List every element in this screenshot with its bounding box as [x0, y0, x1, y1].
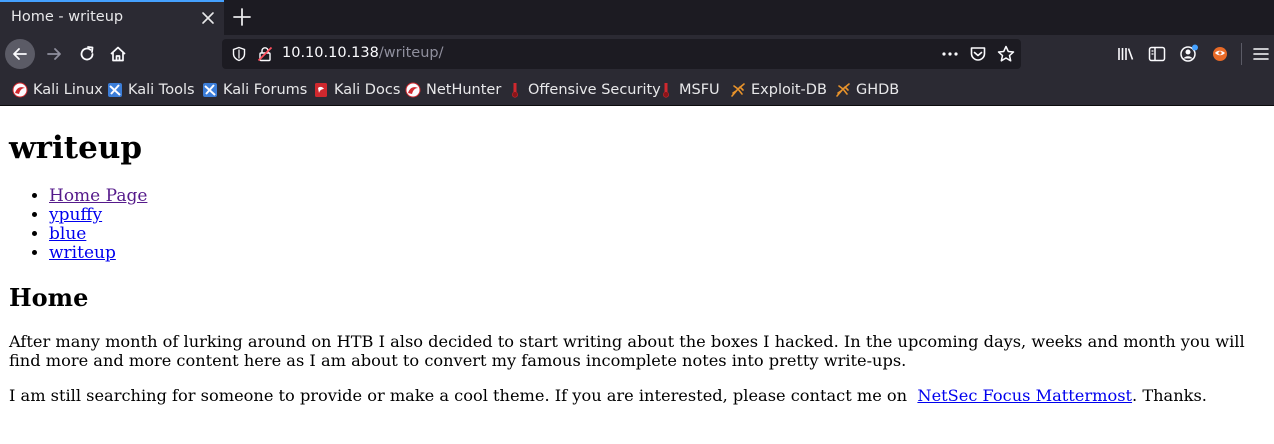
bookmark-label: Kali Tools [128, 82, 195, 98]
pocket-icon[interactable] [968, 45, 988, 63]
bookmark-kali-tools[interactable]: Kali Tools [107, 80, 195, 100]
navigation-toolbar: 10.10.10.138/writeup/ [0, 35, 1274, 73]
tracking-protection-shield-icon[interactable] [231, 46, 247, 66]
bookmark-label: Kali Docs [334, 82, 401, 98]
reload-button[interactable] [72, 39, 102, 69]
theme-request-paragraph: I am still searching for someone to prov… [9, 386, 1271, 405]
menu-hamburger-icon[interactable] [1251, 44, 1271, 64]
bookmark-kali-docs[interactable]: Kali Docs [313, 80, 400, 100]
kali-icon [405, 82, 421, 98]
sidebar-icon[interactable] [1147, 44, 1167, 64]
bookmark-kali-forums[interactable]: Kali Forums [202, 80, 307, 100]
home-icon [110, 46, 126, 62]
library-icon[interactable] [1116, 44, 1136, 64]
bookmarks-toolbar: Kali Linux Kali Tools Kali Forums Kali D… [0, 73, 1274, 106]
kali-forums-icon [203, 83, 217, 97]
bookmark-ghdb[interactable]: GHDB [835, 80, 899, 100]
extension-icon[interactable] [1210, 44, 1230, 64]
tab-strip: Home - writeup [0, 0, 1274, 35]
tab-active[interactable]: Home - writeup [0, 0, 224, 35]
back-button[interactable] [5, 39, 35, 69]
nav-link-writeup[interactable]: writeup [49, 243, 116, 263]
bookmark-nethunter[interactable]: NetHunter [405, 80, 501, 100]
nav-item-ypuffy: ypuffy [49, 206, 147, 225]
bookmark-exploit-db[interactable]: Exploit-DB [730, 80, 827, 100]
nav-item-writeup: writeup [49, 244, 147, 263]
kali-tools-icon [108, 83, 122, 97]
url-host: 10.10.10.138 [282, 45, 379, 61]
page-content: writeup Home Page ypuffy blue writeup Ho… [0, 106, 1274, 444]
toolbar-separator [1241, 43, 1242, 65]
reload-icon [80, 46, 94, 61]
bookmark-kali-linux[interactable]: Kali Linux [12, 80, 103, 100]
account-icon[interactable] [1178, 44, 1198, 64]
exploit-db-icon [836, 83, 850, 97]
new-tab-icon[interactable] [230, 5, 254, 29]
nav-item-home: Home Page [49, 187, 147, 206]
page-title: writeup [9, 130, 143, 166]
nav-link-blue[interactable]: blue [49, 224, 86, 244]
nav-link-ypuffy[interactable]: ypuffy [49, 205, 102, 225]
intro-paragraph: After many month of lurking around on HT… [9, 332, 1245, 370]
offsec-icon [512, 83, 518, 98]
section-heading: Home [9, 283, 89, 312]
tab-title: Home - writeup [11, 9, 124, 25]
home-button[interactable] [103, 39, 133, 69]
offsec-icon [663, 83, 669, 98]
bookmark-label: MSFU [679, 82, 720, 98]
close-tab-icon[interactable] [198, 8, 218, 28]
bookmark-label: GHDB [856, 82, 900, 98]
paragraph-text: I am still searching for someone to prov… [9, 386, 913, 405]
exploit-db-icon [731, 83, 745, 97]
paragraph-text-end: . Thanks. [1132, 386, 1207, 405]
url-path: /writeup/ [378, 45, 444, 61]
kali-icon [12, 82, 28, 98]
bookmark-label: Kali Linux [33, 82, 103, 98]
url-text[interactable]: 10.10.10.138/writeup/ [282, 45, 443, 61]
nav-link-home-page[interactable]: Home Page [49, 186, 147, 206]
bookmark-label: NetHunter [426, 82, 502, 98]
nav-item-blue: blue [49, 225, 147, 244]
kali-docs-icon [315, 83, 327, 97]
forward-arrow-icon [47, 48, 61, 60]
bookmark-label: Kali Forums [223, 82, 308, 98]
insecure-connection-lock-icon[interactable] [257, 46, 273, 66]
bookmark-offensive-security[interactable]: Offensive Security [507, 80, 661, 100]
page-actions-menu-icon[interactable] [940, 45, 960, 63]
bookmark-label: Exploit-DB [751, 82, 827, 98]
bookmark-label: Offensive Security [528, 82, 661, 98]
mattermost-link[interactable]: NetSec Focus Mattermost [917, 386, 1132, 405]
site-nav-list: Home Page ypuffy blue writeup [49, 187, 147, 263]
url-bar[interactable]: 10.10.10.138/writeup/ [222, 39, 1021, 69]
bookmark-msfu[interactable]: MSFU [658, 80, 720, 100]
back-arrow-icon [13, 48, 27, 60]
bookmark-star-icon[interactable] [996, 45, 1016, 63]
forward-button[interactable] [39, 39, 69, 69]
